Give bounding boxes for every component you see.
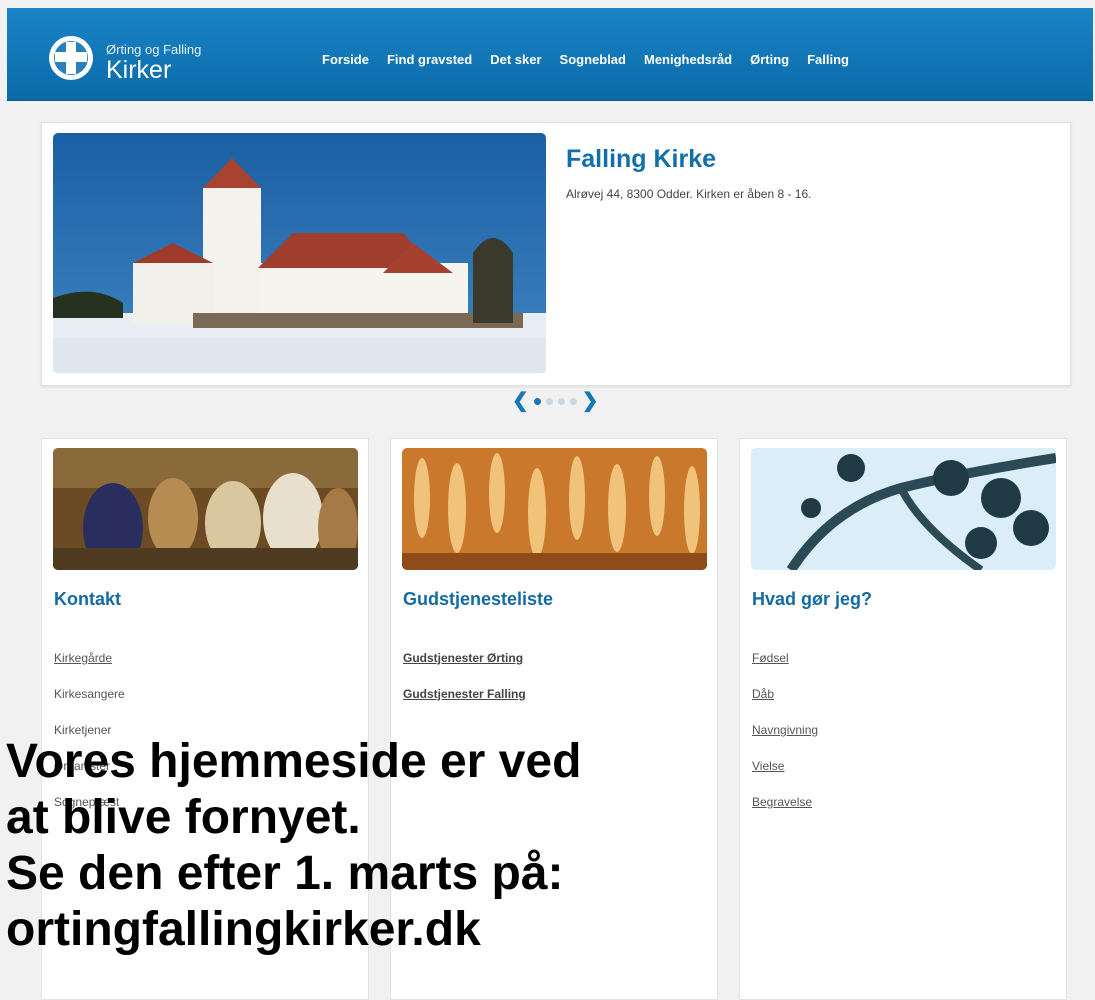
link-gudstjenester-orting[interactable]: Gudstjenester Ørting [403, 651, 526, 687]
link-list: Gudstjenester Ørting Gudstjenester Falli… [403, 651, 526, 723]
slide-pager: ❮ ❯ [512, 391, 599, 411]
next-slide-icon[interactable]: ❯ [582, 391, 599, 411]
card-title: Hvad gør jeg? [752, 589, 873, 609]
link-kirkegaarde[interactable]: Kirkegårde [54, 651, 125, 687]
announcement-url: ortingfallingkirker.dk [6, 903, 481, 956]
link-gudstjenester-falling[interactable]: Gudstjenester Falling [403, 687, 526, 723]
nav-det-sker[interactable]: Det sker [490, 52, 541, 67]
hero-slide: Falling Kirke Alrøvej 44, 8300 Odder. Ki… [41, 122, 1071, 386]
announcement-line: Vores hjemmeside er ved [6, 735, 582, 788]
site-header: Ørting og Falling Kirker Forside Find gr… [7, 8, 1093, 101]
nav-sogneblad[interactable]: Sogneblad [560, 52, 626, 67]
link-daab[interactable]: Dåb [752, 687, 818, 723]
main-nav: Forside Find gravsted Det sker Sogneblad… [322, 52, 867, 67]
logo-title[interactable]: Kirker [106, 56, 171, 85]
link-kirkesangere[interactable]: Kirkesangere [54, 687, 125, 723]
slide-dot[interactable] [545, 397, 553, 405]
tree-image [751, 448, 1056, 570]
church-cross-icon[interactable] [49, 36, 93, 80]
nav-find-gravsted[interactable]: Find gravsted [387, 52, 472, 67]
announcement-line: at blive fornyet. [6, 791, 361, 844]
logo-subtitle[interactable]: Ørting og Falling [106, 42, 201, 57]
nav-falling[interactable]: Falling [807, 52, 849, 67]
slide-dot[interactable] [569, 397, 577, 405]
card-title: Kontakt [54, 589, 121, 609]
hero-title: Falling Kirke [566, 145, 717, 173]
slide-dot[interactable] [557, 397, 565, 405]
link-fodsel[interactable]: Fødsel [752, 651, 818, 687]
wheat-image [402, 448, 707, 570]
hero-address: Alrøvej 44, 8300 Odder. Kirken er åben 8… [566, 187, 812, 201]
nav-forside[interactable]: Forside [322, 52, 369, 67]
prev-slide-icon[interactable]: ❮ [512, 391, 529, 411]
announcement-overlay: Vores hjemmeside er ved at blive fornyet… [6, 734, 1095, 958]
card-title: Gudstjenesteliste [403, 589, 554, 609]
slide-dot[interactable] [533, 397, 541, 405]
painting-image [53, 448, 358, 570]
church-photo [53, 133, 546, 373]
nav-orting[interactable]: Ørting [750, 52, 789, 67]
nav-menighedsraad[interactable]: Menighedsråd [644, 52, 732, 67]
announcement-line: Se den efter 1. marts på: [6, 847, 564, 900]
